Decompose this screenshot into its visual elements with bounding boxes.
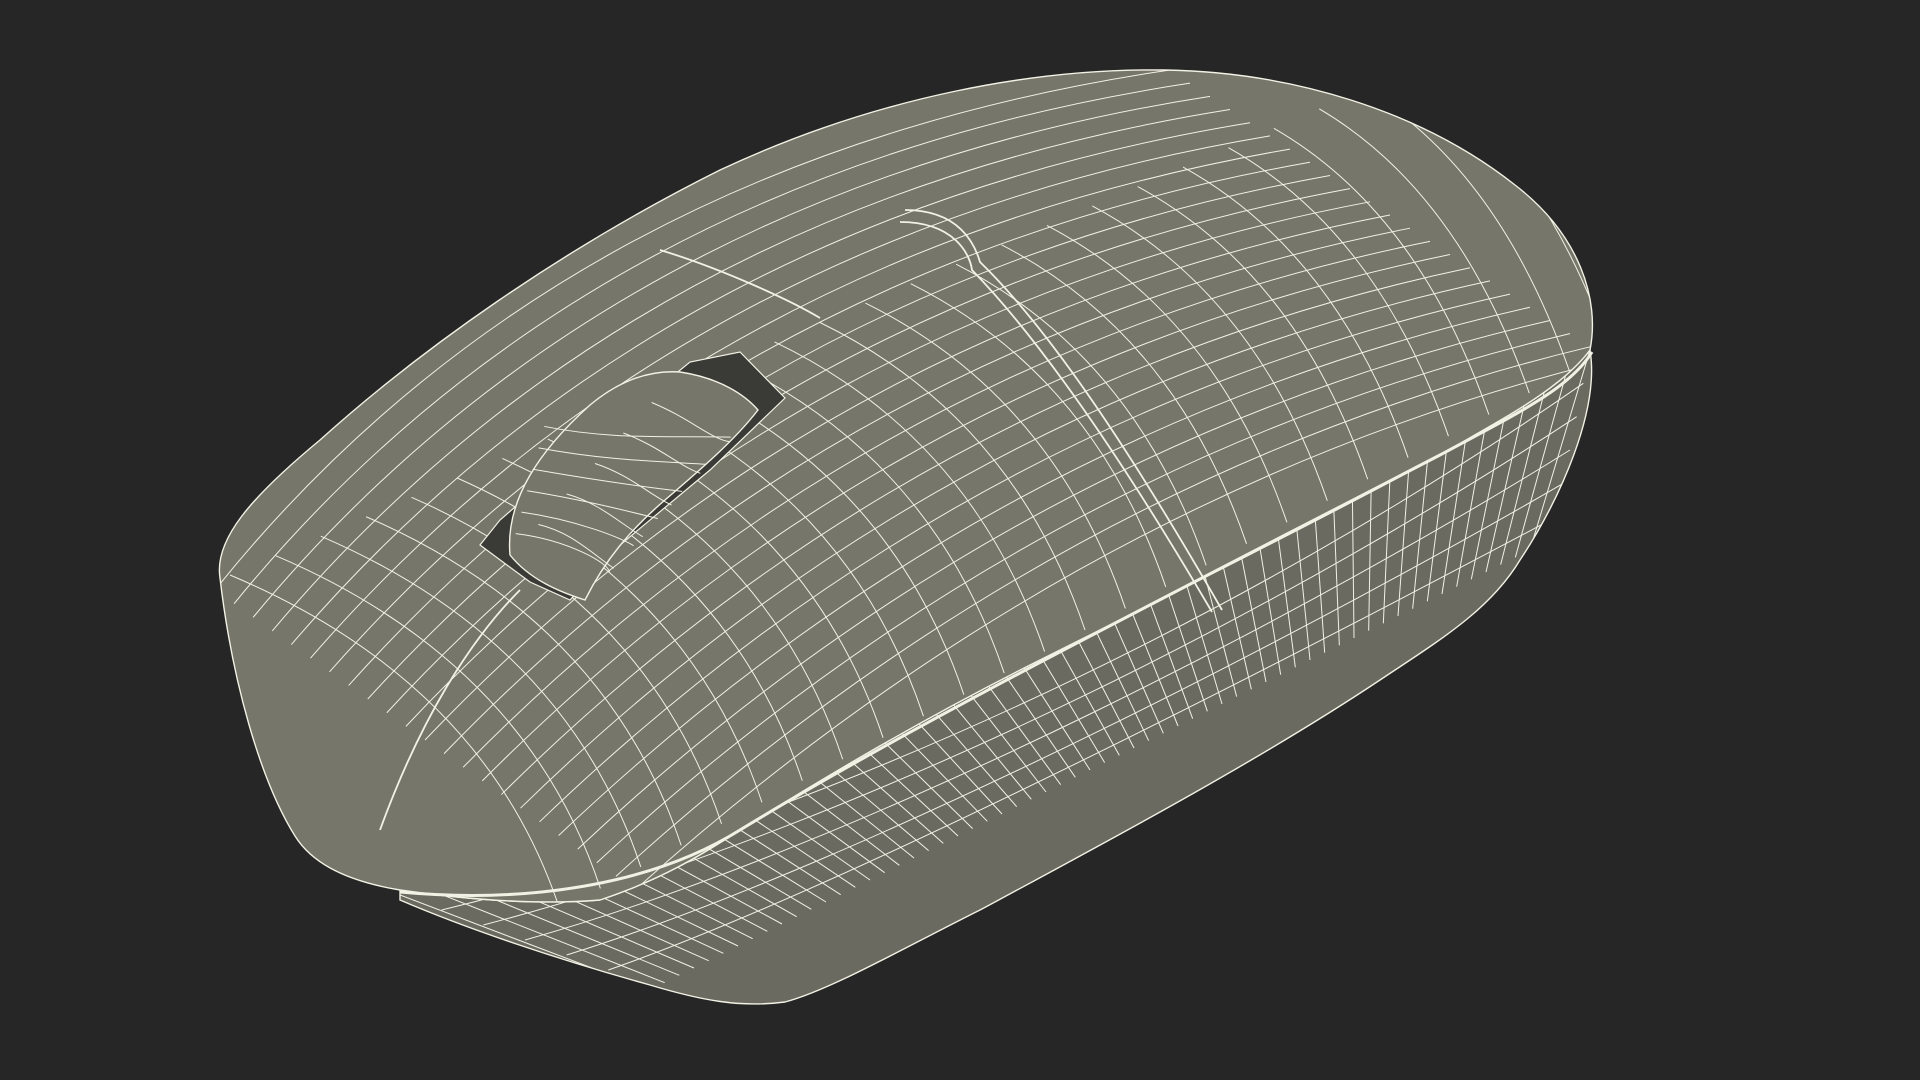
3d-viewport[interactable] [0, 0, 1920, 1080]
mouse-wireframe-render [0, 0, 1920, 1080]
